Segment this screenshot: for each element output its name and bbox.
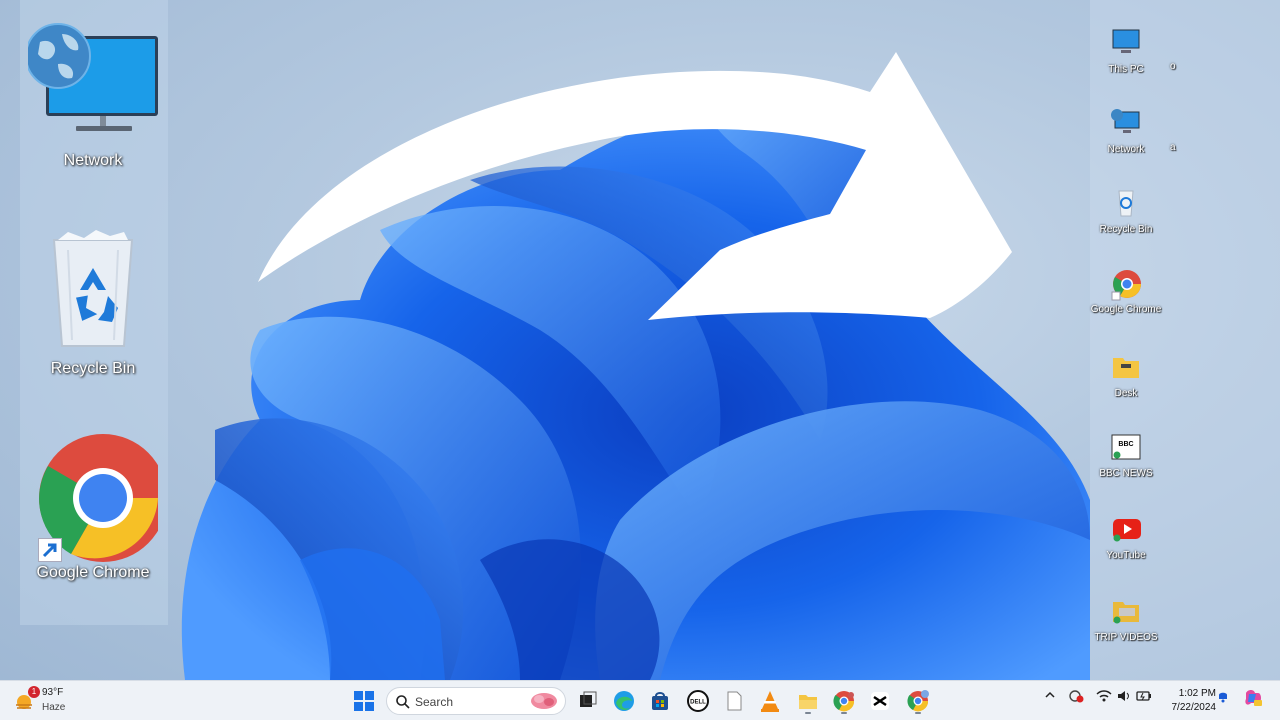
bbc-news-label: BBC NEWS xyxy=(1099,468,1153,479)
chrome-icon xyxy=(1109,268,1143,302)
weather-widget[interactable]: 1 93°F Haze xyxy=(12,685,82,717)
google-chrome-label: Google Chrome xyxy=(36,564,150,581)
running-indicator xyxy=(841,712,847,714)
desktop-icon-trip-videos[interactable]: TRIP VIDEOS xyxy=(1086,596,1166,645)
desktop-icon-desk-folder[interactable]: Desk xyxy=(1086,352,1166,401)
clock-date: 7/22/2024 xyxy=(1171,702,1217,713)
chrome-icon xyxy=(28,432,167,562)
start-button[interactable] xyxy=(350,687,378,715)
network-small-label: Network xyxy=(1107,144,1145,155)
search-icon xyxy=(396,695,410,709)
taskbar-search[interactable]: Search xyxy=(386,687,566,715)
svg-text:DELL: DELL xyxy=(690,700,706,706)
store-button[interactable] xyxy=(646,687,674,715)
folder-icon xyxy=(1109,352,1143,386)
desktop-icon-bbc-news[interactable]: BBC BBC NEWS xyxy=(1086,432,1166,481)
shortcut-arrow-icon xyxy=(38,538,62,562)
chrome-icon xyxy=(833,691,855,712)
chrome-icon xyxy=(907,690,929,712)
desktop-icon-recycle-bin-small[interactable]: Recycle Bin xyxy=(1086,188,1166,237)
file-icon xyxy=(727,691,742,711)
store-icon xyxy=(652,692,668,710)
weather-alert-badge: 1 xyxy=(28,686,40,698)
weather-temp: 93°F xyxy=(42,687,64,698)
wallpaper-bloom xyxy=(181,83,1090,680)
record-icon[interactable] xyxy=(1068,689,1084,706)
file-button[interactable] xyxy=(720,687,748,715)
capcut-icon xyxy=(871,692,889,710)
network-icon xyxy=(25,20,158,150)
edge-icon xyxy=(614,691,634,711)
edge-button[interactable] xyxy=(610,687,638,715)
capcut-button[interactable] xyxy=(866,687,894,715)
desktop-icon-google-chrome-small[interactable]: Google Chrome xyxy=(1086,268,1166,317)
youtube-label: YouTube xyxy=(1106,550,1146,561)
vlc-button[interactable] xyxy=(756,687,784,715)
chrome-taskbar-button[interactable] xyxy=(830,687,858,715)
desktop-icon-youtube[interactable]: YouTube xyxy=(1086,514,1166,563)
taskbar-clock[interactable]: 1:02 PM 7/22/2024 xyxy=(1160,687,1217,715)
google-chrome-small-label: Google Chrome xyxy=(1090,304,1162,315)
clock-time: 1:02 PM xyxy=(1178,688,1216,699)
bell-icon[interactable] xyxy=(1216,689,1230,706)
battery-icon[interactable] xyxy=(1136,689,1152,706)
recycle-bin-label: Recycle Bin xyxy=(50,360,136,377)
recycle-bin-icon xyxy=(28,228,158,358)
network-icon xyxy=(1109,108,1143,142)
vlc-icon xyxy=(761,691,779,712)
file-explorer-icon xyxy=(799,695,817,709)
search-placeholder: Search xyxy=(415,695,454,709)
weather-condition: Haze xyxy=(42,702,66,713)
volume-icon[interactable] xyxy=(1116,689,1132,706)
wifi-icon[interactable] xyxy=(1096,689,1112,706)
desktop-icon-this-pc-small[interactable]: This PC xyxy=(1086,28,1166,77)
this-pc-icon xyxy=(1109,28,1143,62)
desk-label: Desk xyxy=(1114,388,1138,399)
svg-text:BBC: BBC xyxy=(1118,441,1133,448)
desktop[interactable]: Network Recycle Bin Google Chrome This P… xyxy=(0,0,1280,680)
network-extra-text: a xyxy=(1170,142,1176,153)
chrome-profile-button[interactable] xyxy=(904,687,932,715)
dell-icon: DELL xyxy=(687,690,709,712)
running-indicator xyxy=(805,712,811,714)
right-icon-panel xyxy=(1090,0,1280,680)
bbc-icon: BBC xyxy=(1109,432,1143,466)
desktop-icon-google-chrome[interactable]: Google Chrome xyxy=(18,432,168,582)
this-pc-extra-text: o xyxy=(1170,61,1176,72)
youtube-icon xyxy=(1109,514,1143,548)
folder-icon xyxy=(1109,596,1143,630)
network-label: Network xyxy=(63,152,123,169)
copilot-icon[interactable] xyxy=(1242,687,1264,712)
recycle-bin-icon xyxy=(1109,188,1143,222)
taskbar: 1 93°F Haze Search DELL 1:02 PM 7/22/202… xyxy=(0,680,1280,720)
show-hidden-icons-chevron-icon[interactable] xyxy=(1044,689,1056,704)
trip-videos-label: TRIP VIDEOS xyxy=(1094,632,1158,643)
windows-start-icon xyxy=(354,691,374,711)
running-indicator xyxy=(915,712,921,714)
desktop-icon-recycle-bin[interactable]: Recycle Bin xyxy=(18,228,168,378)
dell-button[interactable]: DELL xyxy=(684,687,712,715)
task-view-button[interactable] xyxy=(574,687,602,715)
recycle-bin-small-label: Recycle Bin xyxy=(1099,224,1153,235)
search-highlight-icon xyxy=(531,693,557,709)
this-pc-label: This PC xyxy=(1108,64,1144,75)
desktop-icon-network-small[interactable]: Network xyxy=(1086,108,1166,157)
desktop-icon-network[interactable]: Network xyxy=(18,20,168,170)
task-view-icon xyxy=(580,691,597,707)
file-explorer-button[interactable] xyxy=(794,687,822,715)
